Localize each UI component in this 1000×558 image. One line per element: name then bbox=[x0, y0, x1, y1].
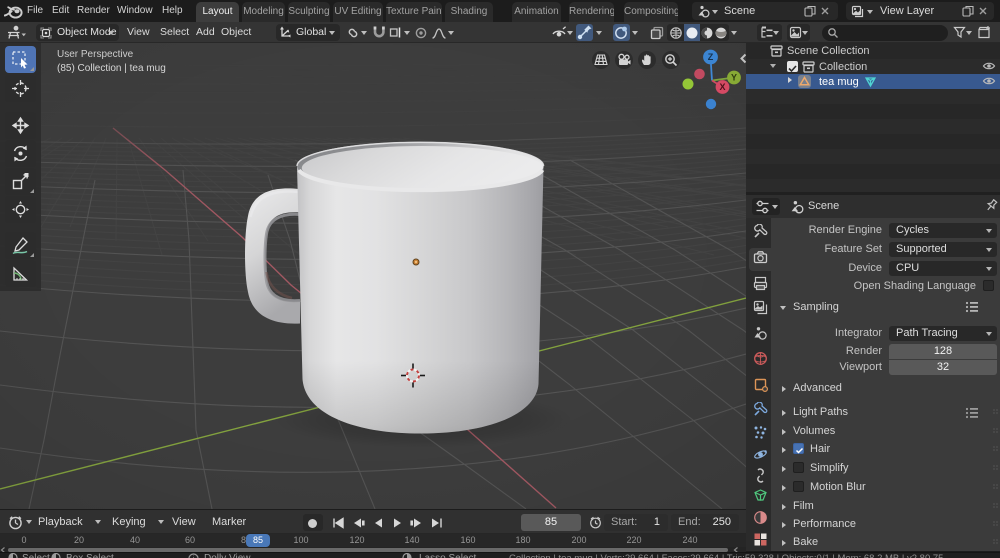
svg-text:Z: Z bbox=[708, 52, 714, 62]
svg-text:Y: Y bbox=[731, 73, 737, 83]
svg-text:X: X bbox=[719, 82, 725, 92]
